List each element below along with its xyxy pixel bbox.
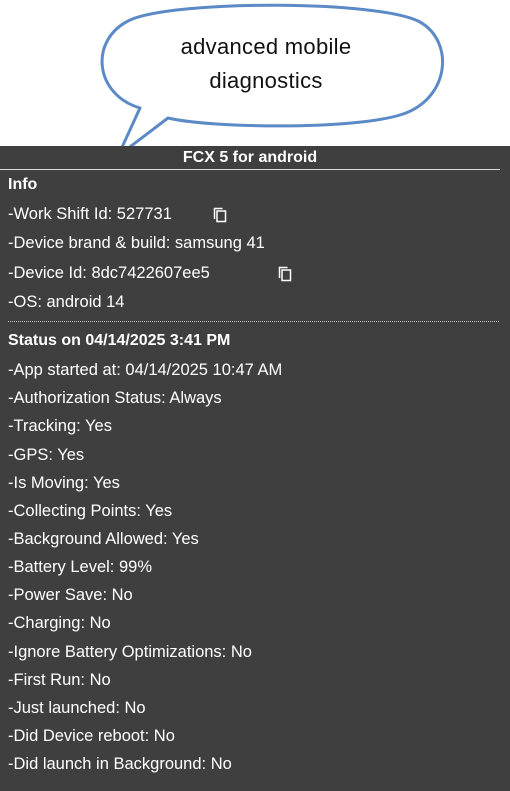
status-item: -Just launched: No: [8, 698, 146, 717]
work-shift-row: -Work Shift Id: 527731: [0, 200, 510, 229]
callout-bubble: advanced mobile diagnostics: [0, 0, 510, 160]
panel-title: FCX 5 for android: [0, 146, 500, 170]
status-item: -Authorization Status: Always: [8, 389, 222, 408]
status-item: -First Run: No: [8, 670, 111, 689]
status-item: -Battery Level: 99%: [8, 558, 152, 577]
info-section-title: Info: [8, 176, 38, 193]
diagnostics-panel: FCX 5 for android Info -Work Shift Id: 5…: [0, 146, 510, 791]
callout-line-2: diagnostics: [209, 68, 323, 93]
status-item: -Ignore Battery Optimizations: No: [8, 642, 252, 661]
os-text: -OS: android 14: [8, 292, 125, 311]
status-item: -Background Allowed: Yes: [8, 530, 199, 549]
status-list: -App started at: 04/14/2025 10:47 AM -Aut…: [0, 356, 510, 778]
status-item: -Did Device reboot: No: [8, 727, 175, 746]
device-id-text: -Device Id: 8dc7422607ee5: [8, 263, 210, 282]
status-item: -Charging: No: [8, 614, 111, 633]
work-shift-text: -Work Shift Id: 527731: [8, 205, 172, 223]
device-brand-text: -Device brand & build: samsung 41: [8, 234, 265, 253]
status-item: -App started at: 04/14/2025 10:47 AM: [8, 361, 283, 380]
copy-device-id-icon[interactable]: [277, 266, 293, 282]
status-item: -Power Save: No: [8, 586, 133, 605]
section-divider: [8, 321, 499, 323]
status-item: -Is Moving: Yes: [8, 473, 120, 492]
copy-work-shift-icon[interactable]: [212, 207, 228, 223]
os-row: -OS: android 14: [0, 288, 510, 317]
device-brand-row: -Device brand & build: samsung 41: [0, 229, 510, 258]
callout-line-1: advanced mobile: [180, 34, 352, 59]
status-item: -Did launch in Background: No: [8, 755, 232, 774]
status-item: -Tracking: Yes: [8, 417, 112, 436]
status-section-title: Status on 04/14/2025 3:41 PM: [8, 332, 231, 350]
status-item: -GPS: Yes: [8, 445, 85, 464]
device-id-row: -Device Id: 8dc7422607ee5: [0, 259, 510, 288]
status-item: -Collecting Points: Yes: [8, 501, 173, 520]
callout-text: advanced mobile diagnostics: [96, 30, 436, 98]
